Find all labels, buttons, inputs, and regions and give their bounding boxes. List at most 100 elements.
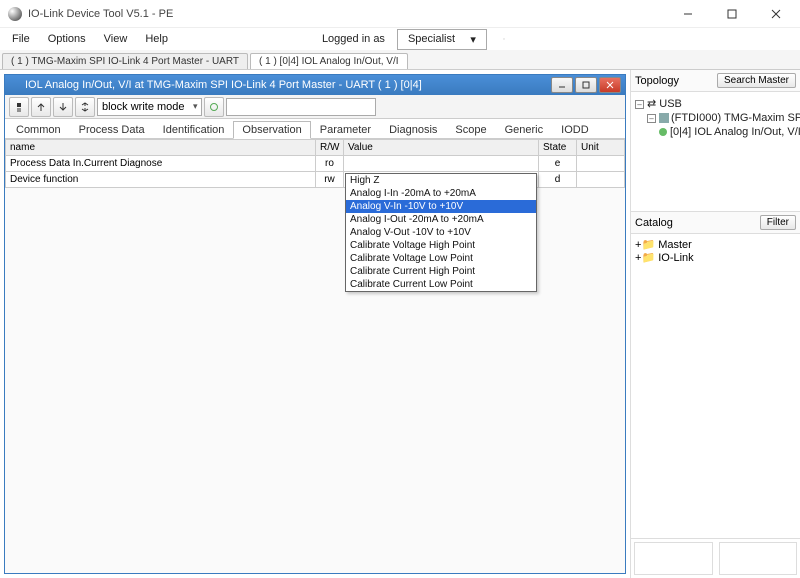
- dropdown-option[interactable]: Analog V-Out -10V to +10V: [346, 226, 536, 239]
- child-tabstrip: Common Process Data Identification Obser…: [5, 119, 625, 139]
- cell-state: d: [539, 172, 577, 188]
- write-mode-value: block write mode: [102, 101, 185, 113]
- tab-identification[interactable]: Identification: [154, 121, 234, 138]
- col-unit-header[interactable]: Unit: [577, 140, 625, 156]
- chip-icon: [659, 113, 669, 123]
- main-layout: IOL Analog In/Out, V/I at TMG-Maxim SPI …: [0, 70, 800, 578]
- cell-rw: rw: [316, 172, 344, 188]
- cell-rw: ro: [316, 156, 344, 172]
- menu-file[interactable]: File: [6, 31, 36, 47]
- grid-header-row: name R/W Value State Unit: [6, 140, 625, 156]
- topology-panel-header: Topology Search Master: [631, 70, 800, 92]
- apply-button[interactable]: [204, 97, 224, 117]
- dropdown-option[interactable]: Calibrate Voltage Low Point: [346, 252, 536, 265]
- expand-icon[interactable]: +: [635, 239, 641, 251]
- mdi-minimize-button[interactable]: [551, 77, 573, 93]
- tree-node-device[interactable]: [0|4] IOL Analog In/Out, V/I: [670, 126, 800, 138]
- collapse-icon[interactable]: –: [647, 114, 656, 123]
- connect-button[interactable]: [9, 97, 29, 117]
- usb-icon: ⇄: [647, 98, 656, 110]
- chevron-down-icon: ▾: [464, 31, 482, 48]
- cell-state: e: [539, 156, 577, 172]
- mdi-title-text: IOL Analog In/Out, V/I at TMG-Maxim SPI …: [25, 79, 549, 91]
- mdi-app-icon: [9, 79, 21, 91]
- tab-observation[interactable]: Observation: [233, 121, 310, 139]
- tab-scope[interactable]: Scope: [446, 121, 495, 138]
- cell-value[interactable]: [344, 156, 539, 172]
- table-row[interactable]: Process Data In.Current Diagnose ro e: [6, 156, 625, 172]
- status-cell-1: [634, 542, 713, 575]
- search-master-button[interactable]: Search Master: [717, 73, 796, 88]
- col-value-header[interactable]: Value: [344, 140, 539, 156]
- status-bar: [631, 538, 800, 578]
- cell-unit: [577, 156, 625, 172]
- menu-view[interactable]: View: [98, 31, 134, 47]
- tab-parameter[interactable]: Parameter: [311, 121, 380, 138]
- device-icon: [659, 128, 667, 136]
- dropdown-option[interactable]: Calibrate Current Low Point: [346, 278, 536, 291]
- dropdown-option[interactable]: Analog V-In -10V to +10V: [346, 200, 536, 213]
- doc-tab-master[interactable]: ( 1 ) TMG-Maxim SPI IO-Link 4 Port Maste…: [2, 53, 248, 69]
- topology-title: Topology: [635, 75, 679, 87]
- dropdown-option[interactable]: Analog I-Out -20mA to +20mA: [346, 213, 536, 226]
- login-box: Logged in as Specialist ▾: [310, 27, 517, 52]
- window-title: IO-Link Device Tool V5.1 - PE: [28, 8, 173, 20]
- observation-grid-wrap: name R/W Value State Unit Process Data I…: [5, 139, 625, 573]
- app-icon: [8, 7, 22, 21]
- write-mode-combo[interactable]: block write mode: [97, 98, 202, 116]
- tree-node-master[interactable]: (FTDI000) TMG-Maxim SPI IO-Link 4: [671, 112, 800, 124]
- tree-h-scrollbar[interactable]: [635, 139, 796, 151]
- col-name-header[interactable]: name: [6, 140, 316, 156]
- menu-options[interactable]: Options: [42, 31, 92, 47]
- doc-tab-device[interactable]: ( 1 ) [0|4] IOL Analog In/Out, V/I: [250, 53, 408, 69]
- download-button[interactable]: [53, 97, 73, 117]
- cell-unit: [577, 172, 625, 188]
- dropdown-option[interactable]: Calibrate Current High Point: [346, 265, 536, 278]
- tab-generic[interactable]: Generic: [496, 121, 553, 138]
- tab-diagnosis[interactable]: Diagnosis: [380, 121, 446, 138]
- menu-bar: File Options View Help Logged in as Spec…: [0, 28, 800, 50]
- expand-icon[interactable]: +: [635, 252, 641, 264]
- window-minimize-button[interactable]: [666, 1, 710, 27]
- dropdown-option[interactable]: Analog I-In -20mA to +20mA: [346, 187, 536, 200]
- catalog-tree[interactable]: +📁 Master +📁 IO-Link: [631, 234, 800, 538]
- dropdown-option[interactable]: High Z: [346, 174, 536, 187]
- col-state-header[interactable]: State: [539, 140, 577, 156]
- tab-common[interactable]: Common: [7, 121, 70, 138]
- window-close-button[interactable]: [754, 1, 798, 27]
- search-input[interactable]: [226, 98, 376, 116]
- topology-tree[interactable]: –⇄ USB –(FTDI000) TMG-Maxim SPI IO-Link …: [631, 92, 800, 212]
- catalog-panel-header: Catalog Filter: [631, 212, 800, 234]
- mdi-area: IOL Analog In/Out, V/I at TMG-Maxim SPI …: [0, 70, 630, 578]
- user-settings-icon[interactable]: [497, 32, 511, 46]
- catalog-item-master[interactable]: Master: [658, 239, 692, 251]
- filter-button[interactable]: Filter: [760, 215, 796, 230]
- tab-process-data[interactable]: Process Data: [70, 121, 154, 138]
- sync-button[interactable]: [75, 97, 95, 117]
- mdi-child-window: IOL Analog In/Out, V/I at TMG-Maxim SPI …: [4, 74, 626, 574]
- catalog-item-iolink[interactable]: IO-Link: [658, 252, 693, 264]
- value-dropdown-list[interactable]: High ZAnalog I-In -20mA to +20mAAnalog V…: [345, 173, 537, 292]
- child-toolbar: block write mode: [5, 95, 625, 119]
- right-pane: Topology Search Master –⇄ USB –(FTDI000)…: [630, 70, 800, 578]
- document-tabstrip: ( 1 ) TMG-Maxim SPI IO-Link 4 Port Maste…: [0, 50, 800, 70]
- dropdown-option[interactable]: Calibrate Voltage High Point: [346, 239, 536, 252]
- cell-name: Device function: [6, 172, 316, 188]
- tree-node-usb[interactable]: USB: [659, 98, 682, 110]
- catalog-title: Catalog: [635, 217, 673, 229]
- window-maximize-button[interactable]: [710, 1, 754, 27]
- col-rw-header[interactable]: R/W: [316, 140, 344, 156]
- mdi-close-button[interactable]: [599, 77, 621, 93]
- mdi-maximize-button[interactable]: [575, 77, 597, 93]
- collapse-icon[interactable]: –: [635, 100, 644, 109]
- status-cell-2: [719, 542, 798, 575]
- login-label: Logged in as: [316, 31, 391, 47]
- role-dropdown[interactable]: Specialist ▾: [397, 29, 487, 50]
- role-value: Specialist: [402, 31, 461, 47]
- cell-name: Process Data In.Current Diagnose: [6, 156, 316, 172]
- menu-help[interactable]: Help: [139, 31, 174, 47]
- tab-iodd[interactable]: IODD: [552, 121, 598, 138]
- upload-button[interactable]: [31, 97, 51, 117]
- window-titlebar: IO-Link Device Tool V5.1 - PE: [0, 0, 800, 28]
- mdi-titlebar[interactable]: IOL Analog In/Out, V/I at TMG-Maxim SPI …: [5, 75, 625, 95]
